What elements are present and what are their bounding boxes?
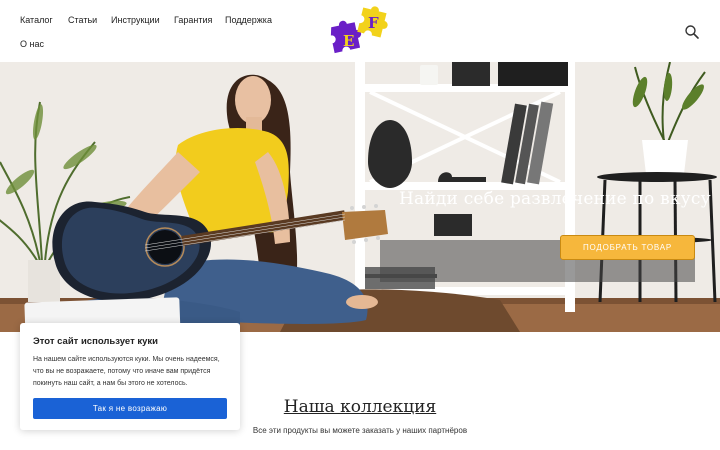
nav-item-support[interactable]: Поддержка — [225, 15, 272, 25]
nav-item-catalog[interactable]: Каталог — [20, 15, 53, 25]
hero-title: Найди себе развлечение по вкусу — [399, 189, 711, 209]
site-header: Каталог Статьи Инструкции Гарантия Подде… — [0, 0, 720, 62]
nav-item-articles[interactable]: Статьи — [68, 15, 97, 25]
select-product-button[interactable]: Подобрать товар — [560, 235, 695, 260]
site-logo[interactable]: E F — [328, 4, 394, 58]
cookie-text: На нашем сайте используются куки. Мы оче… — [33, 356, 220, 387]
logo-letter-e: E — [343, 32, 354, 50]
search-icon[interactable] — [684, 24, 700, 40]
cookie-title: Этот сайт использует куки — [33, 336, 158, 347]
logo-letter-f: F — [368, 14, 379, 32]
cookie-banner: Этот сайт использует куки На нашем сайте… — [20, 323, 240, 430]
nav-item-instructions[interactable]: Инструкции — [111, 15, 160, 25]
nav-item-about[interactable]: О нас — [20, 39, 44, 49]
cookie-accept-button[interactable]: Так я не возражаю — [33, 398, 227, 419]
nav-item-warranty[interactable]: Гарантия — [174, 15, 212, 25]
